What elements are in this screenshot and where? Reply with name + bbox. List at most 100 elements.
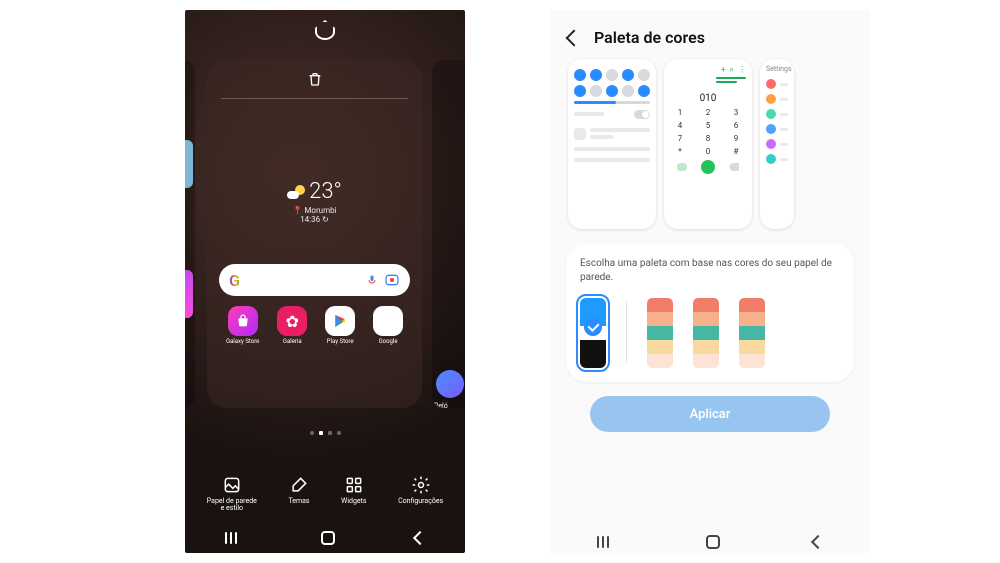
swatch (647, 354, 673, 368)
thumb-image-icon (185, 140, 193, 188)
swatch (693, 326, 719, 340)
app-label: Play Store (327, 338, 354, 345)
menu-wallpaper-style[interactable]: Papel de parede e estilo (207, 475, 257, 513)
divider (221, 98, 408, 99)
lens-icon[interactable] (384, 272, 400, 288)
home-app-row: Galaxy Store ✿ Galeria Play Store (217, 306, 412, 345)
widgets-icon (344, 475, 364, 495)
nav-bar (550, 535, 870, 549)
gear-icon (411, 475, 431, 495)
plus-icon: + (721, 65, 726, 75)
home-page-next[interactable]: Reló (432, 60, 465, 408)
nav-recents-button[interactable] (597, 536, 613, 548)
clock-app-icon (436, 370, 464, 398)
home-editor-screen: 23° 📍 Morumbi 14:36 ↻ G (185, 10, 465, 553)
palette-option[interactable] (580, 298, 606, 368)
swatch (739, 354, 765, 368)
menu-label: Widgets (341, 498, 366, 506)
home-page-prev[interactable] (185, 60, 195, 408)
settings-row-icon (766, 109, 776, 119)
palette-preview-row[interactable]: + ⌕ ⋮ 010 123456789*0# Settings (550, 59, 870, 229)
nav-back-button[interactable] (413, 531, 427, 545)
swatch (647, 298, 673, 312)
settings-row (766, 94, 788, 104)
more-icon: ⋮ (738, 65, 746, 75)
go-home-button[interactable] (185, 10, 465, 40)
google-search-bar[interactable]: G (219, 264, 410, 296)
app-galaxy-store[interactable]: Galaxy Store (226, 306, 259, 345)
swatch (693, 298, 719, 312)
settings-rows (766, 79, 788, 164)
delete-page-button[interactable] (207, 60, 422, 88)
swatch (739, 312, 765, 326)
settings-row-line (780, 83, 788, 86)
nav-home-button[interactable] (706, 535, 720, 549)
dialer-key: 8 (698, 134, 718, 143)
nav-recents-button[interactable] (225, 532, 241, 544)
palette-option[interactable] (647, 298, 673, 368)
swatch (739, 326, 765, 340)
app-google-folder[interactable]: Google (373, 306, 403, 345)
brush-icon (289, 475, 309, 495)
galaxy-store-icon (228, 306, 258, 336)
nav-home-button[interactable] (321, 531, 335, 545)
call-icon (701, 160, 715, 174)
app-label: Galaxy Store (226, 338, 259, 345)
menu-widgets[interactable]: Widgets (341, 475, 366, 513)
settings-row-icon (766, 139, 776, 149)
menu-settings[interactable]: Configurações (398, 475, 443, 513)
settings-row (766, 139, 788, 149)
page-indicator[interactable] (185, 431, 465, 435)
menu-label: Configurações (398, 498, 443, 506)
google-g-icon: G (229, 271, 240, 290)
settings-row-icon (766, 94, 776, 104)
swatch (647, 340, 673, 354)
weather-temp: 23° (309, 179, 342, 204)
swatch (693, 312, 719, 326)
app-galeria[interactable]: ✿ Galeria (277, 306, 307, 345)
home-outline-icon (315, 20, 335, 40)
apply-button[interactable]: Aplicar (590, 396, 830, 432)
settings-row-icon (766, 154, 776, 164)
backspace-icon (729, 163, 739, 171)
weather-widget[interactable]: 23° 📍 Morumbi 14:36 ↻ (207, 179, 422, 224)
trash-icon (307, 70, 323, 88)
dialer-key: 0 (698, 147, 718, 156)
settings-row-icon (766, 79, 776, 89)
wallpaper-icon (222, 475, 242, 495)
thumb-image-icon (185, 270, 193, 318)
pin-icon: 📍 (292, 206, 302, 215)
palette-option[interactable] (693, 298, 719, 368)
menu-label: Papel de parede e estilo (207, 498, 257, 513)
settings-row-line (780, 143, 788, 146)
dialer-key: 5 (698, 121, 718, 130)
settings-row-line (780, 128, 788, 131)
weather-location: Morumbi (304, 206, 336, 215)
swatch (580, 354, 606, 368)
dialer-key: 6 (726, 121, 746, 130)
dialer-key: # (726, 147, 746, 156)
dialer-key: * (670, 147, 690, 156)
swatch (647, 312, 673, 326)
menu-themes[interactable]: Temas (288, 475, 309, 513)
dialer-key: 9 (726, 134, 746, 143)
chooser-description: Escolha uma paleta com base nas cores do… (580, 257, 840, 284)
nav-back-button[interactable] (811, 535, 825, 549)
dialer-key: 2 (698, 108, 718, 117)
voicemail-icon (677, 163, 687, 171)
checkmark-icon (584, 318, 602, 336)
preview-quick-settings (568, 59, 656, 229)
play-store-icon (325, 306, 355, 336)
palette-option[interactable] (739, 298, 765, 368)
mic-icon[interactable] (366, 272, 378, 288)
app-play-store[interactable]: Play Store (325, 306, 355, 345)
home-page-current[interactable]: 23° 📍 Morumbi 14:36 ↻ G (207, 60, 422, 408)
home-pages-carousel[interactable]: 23° 📍 Morumbi 14:36 ↻ G (185, 60, 465, 408)
apply-label: Aplicar (690, 407, 731, 422)
dot-icon (328, 431, 332, 435)
settings-row (766, 154, 788, 164)
swatch (693, 354, 719, 368)
back-button[interactable] (566, 29, 583, 46)
google-folder-icon (373, 306, 403, 336)
swatch (693, 340, 719, 354)
